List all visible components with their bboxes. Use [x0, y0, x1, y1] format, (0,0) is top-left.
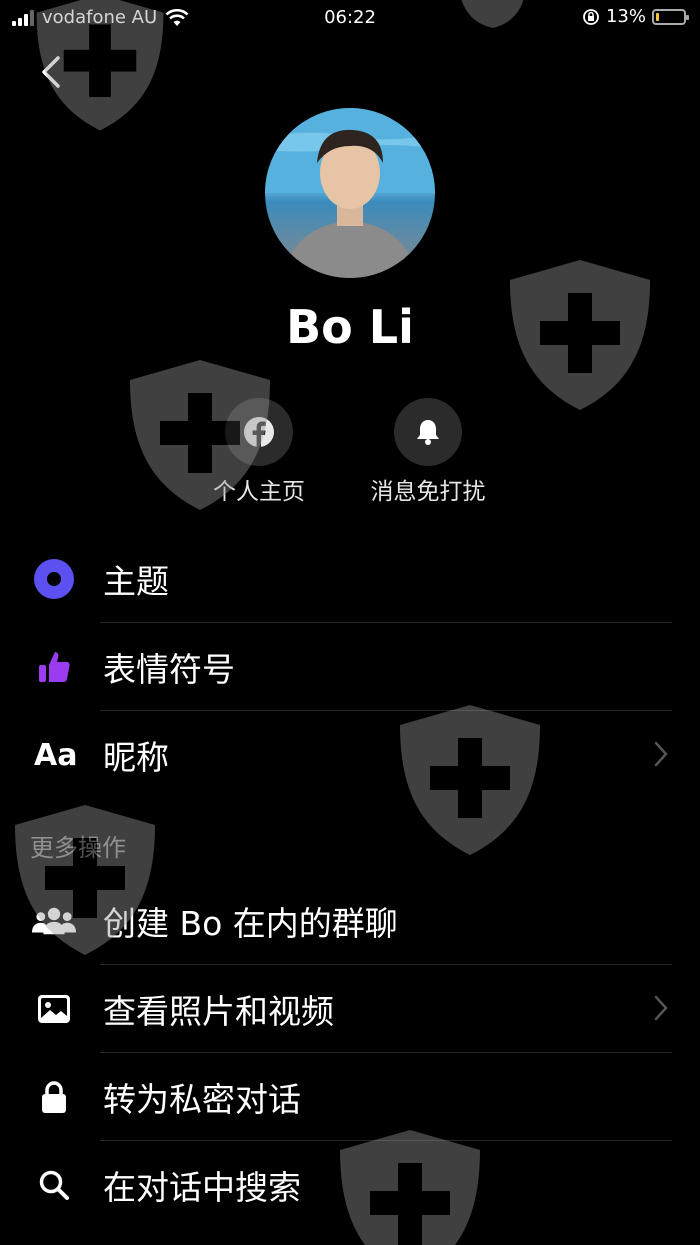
menu-item-view-media[interactable]: 查看照片和视频: [0, 965, 700, 1053]
menu-item-search[interactable]: 在对话中搜索: [0, 1141, 700, 1229]
chevron-left-icon: [42, 56, 60, 88]
status-right: 13%: [582, 6, 689, 27]
profile-button-label: 个人主页: [213, 479, 305, 505]
menu-item-theme-label: 主题: [103, 562, 169, 601]
menu-item-emoji[interactable]: 表情符号: [0, 623, 700, 711]
mute-button[interactable]: 消息免打扰: [353, 398, 503, 506]
facebook-icon: [244, 417, 274, 447]
chevron-right-icon: [654, 741, 668, 767]
menu-item-create-group-label: 创建 Bo 在内的群聊: [103, 904, 398, 943]
section-title-more: 更多操作: [30, 834, 126, 862]
menu-item-nickname-label: 昵称: [103, 738, 169, 777]
theme-icon: [32, 557, 76, 601]
menu-item-search-label: 在对话中搜索: [103, 1168, 301, 1207]
profile-name: Bo Li: [286, 300, 414, 354]
battery-percent: 13%: [605, 6, 646, 27]
avatar[interactable]: [265, 108, 435, 278]
bell-icon: [417, 420, 439, 445]
avatar-image: [265, 108, 435, 278]
photo-icon: [32, 987, 76, 1031]
profile-button[interactable]: 个人主页: [184, 398, 334, 506]
menu-item-nickname[interactable]: Aa 昵称: [0, 711, 700, 799]
status-bar: vodafone AU 06:22 13%: [0, 0, 700, 36]
menu-item-secret-conversation[interactable]: 转为私密对话: [0, 1053, 700, 1141]
menu-item-secret-label: 转为私密对话: [103, 1080, 301, 1119]
rotation-lock-icon: [583, 8, 599, 25]
battery-icon: [652, 8, 689, 25]
lock-icon: [32, 1075, 76, 1119]
menu-item-view-media-label: 查看照片和视频: [103, 992, 334, 1031]
search-icon: [32, 1163, 76, 1207]
chevron-right-icon: [654, 995, 668, 1021]
menu-item-emoji-label: 表情符号: [103, 650, 235, 689]
group-icon: [32, 899, 76, 943]
profile-button-circle: [225, 398, 293, 466]
mute-button-circle: [394, 398, 462, 466]
text-size-icon: Aa: [34, 737, 78, 773]
menu-item-theme[interactable]: 主题: [0, 535, 700, 623]
battery-fill: [656, 12, 659, 21]
mute-button-label: 消息免打扰: [370, 479, 486, 505]
menu-item-create-group[interactable]: 创建 Bo 在内的群聊: [0, 877, 700, 965]
back-button[interactable]: [36, 52, 66, 92]
thumbs-up-icon: [32, 645, 76, 689]
